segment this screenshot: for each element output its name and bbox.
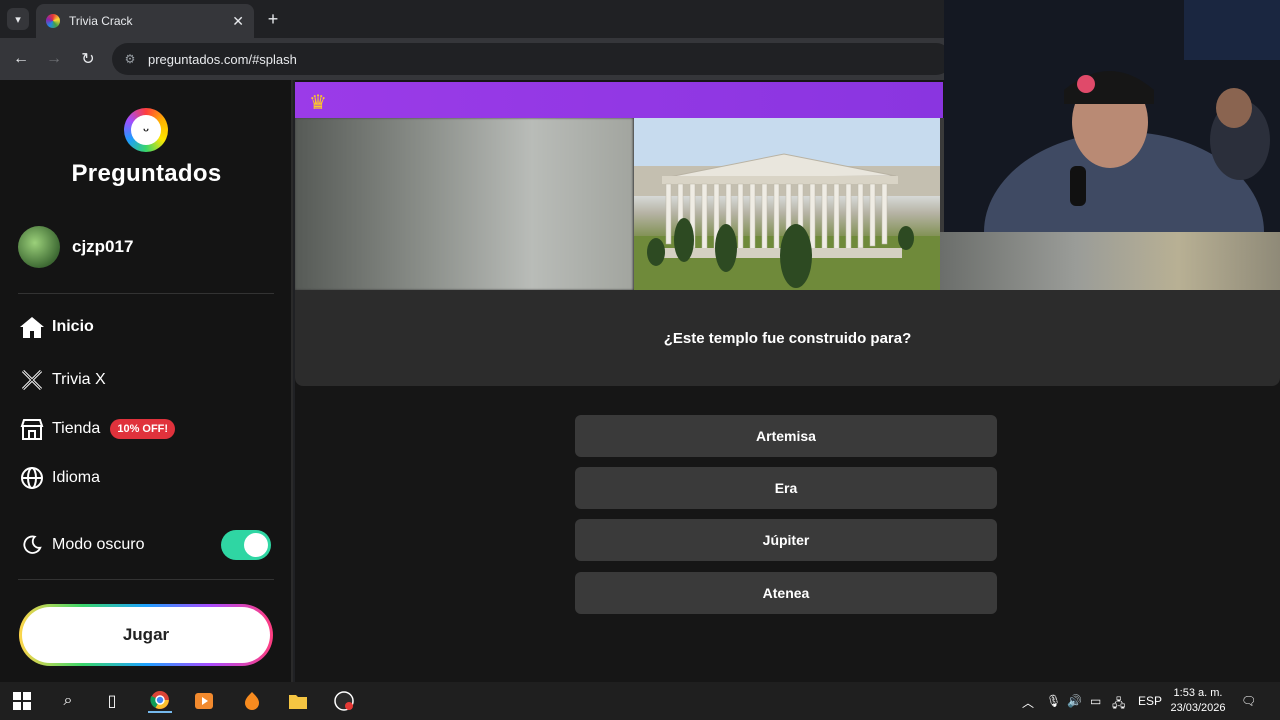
network-icon[interactable]: 🖧	[1112, 694, 1125, 715]
toggle-knob	[244, 533, 268, 557]
volume-icon[interactable]: 🔊	[1067, 694, 1082, 708]
preguntados-logo-icon: ᵕ	[124, 108, 168, 152]
crown-icon: ♛	[309, 92, 327, 114]
user-profile[interactable]: cjzp017	[18, 226, 133, 268]
clock-time: 1:53 a. m.	[1173, 687, 1223, 699]
microphone-icon[interactable]: 🎙	[1046, 694, 1061, 708]
dark-mode-label: Modo oscuro	[52, 536, 145, 553]
system-clock[interactable]: 1:53 a. m. 23/03/2026	[1168, 686, 1228, 716]
sidebar-item-trivia-x[interactable]: Trivia X	[18, 366, 106, 394]
divider	[18, 293, 274, 294]
clock-date: 23/03/2026	[1170, 702, 1226, 714]
globe-icon	[18, 464, 46, 492]
sidebar-item-inicio[interactable]: Inicio	[18, 313, 94, 341]
question-panel: ¿Este templo fue construido para?	[295, 290, 1280, 386]
sidebar-item-label: Idioma	[52, 469, 101, 486]
app-logo-text: Preguntados	[71, 160, 222, 187]
blurred-image-right	[940, 232, 1280, 290]
forward-button[interactable]: →	[43, 48, 65, 70]
question-text: ¿Este templo fue construido para?	[663, 329, 912, 347]
moon-icon	[18, 531, 46, 559]
home-icon	[18, 313, 46, 341]
browser-tab-bar: ▾ Trivia Crack ✕ +	[0, 0, 944, 38]
sidebar-item-label: Inicio	[52, 318, 94, 335]
input-language[interactable]: ESP	[1138, 694, 1162, 708]
file-explorer-icon[interactable]	[286, 689, 310, 713]
windows-start-icon[interactable]	[10, 689, 34, 713]
address-bar[interactable]: ⚙ preguntados.com/#splash	[112, 43, 952, 75]
avatar[interactable]	[18, 226, 60, 268]
new-tab-button[interactable]: +	[262, 8, 284, 30]
answer-option-3[interactable]: Júpiter	[575, 519, 997, 561]
answer-option-1[interactable]: Artemisa	[575, 415, 997, 457]
url-text[interactable]: preguntados.com/#splash	[148, 52, 297, 67]
site-info-icon[interactable]: ⚙	[122, 51, 138, 67]
search-icon[interactable]: ⌕	[56, 689, 80, 713]
reload-button[interactable]: ↻	[77, 48, 99, 70]
dark-mode-toggle[interactable]	[221, 530, 271, 560]
back-button[interactable]: ←	[10, 48, 32, 70]
trivia-x-icon	[18, 366, 46, 394]
show-hidden-icons-chevron-icon[interactable]: ︿	[1022, 694, 1034, 711]
tab-search-button[interactable]: ▾	[7, 8, 29, 30]
sidebar-item-label: Tienda	[52, 420, 101, 437]
temple-photo	[634, 118, 940, 290]
webcam-overlay	[944, 0, 1280, 232]
sidebar-item-tienda[interactable]: Tienda 10% OFF!	[18, 415, 176, 443]
task-view-icon[interactable]: ▯	[100, 689, 124, 713]
windows-taskbar: ⌕ ▯ ︿ 🎙 🔊 ▭ 🖧 ESP 1:53 a. m. 23/03/2026 …	[0, 682, 1280, 720]
trivia-crack-favicon-icon	[46, 14, 60, 28]
fl-studio-icon[interactable]	[240, 689, 264, 713]
blurred-image-left	[295, 118, 633, 290]
obs-icon[interactable]	[332, 689, 356, 713]
battery-icon[interactable]: ▭	[1090, 694, 1101, 708]
play-button[interactable]: Jugar	[19, 604, 273, 666]
notifications-icon[interactable]: 🗨	[1241, 694, 1256, 708]
browser-tab[interactable]: Trivia Crack ✕	[36, 4, 254, 38]
media-player-icon[interactable]	[192, 689, 216, 713]
store-icon	[18, 415, 46, 443]
tab-title: Trivia Crack	[69, 14, 133, 28]
browser-toolbar: ← → ↻ ⚙ preguntados.com/#splash	[0, 38, 952, 80]
play-button-label: Jugar	[22, 607, 270, 663]
game-header-band: ♛	[295, 82, 943, 118]
username: cjzp017	[72, 237, 134, 256]
close-tab-icon[interactable]: ✕	[232, 13, 244, 30]
chrome-taskbar-icon[interactable]	[148, 689, 172, 713]
discount-badge: 10% OFF!	[110, 419, 176, 439]
sidebar-item-idioma[interactable]: Idioma	[18, 464, 100, 492]
sidebar-item-label: Trivia X	[52, 371, 106, 388]
answer-option-4[interactable]: Atenea	[575, 572, 997, 614]
dark-mode-row: Modo oscuro	[18, 531, 145, 559]
sidebar: ᵕ Preguntados cjzp017 Inicio Trivia X Ti…	[0, 80, 293, 682]
divider	[18, 579, 274, 580]
answer-option-2[interactable]: Era	[575, 467, 997, 509]
